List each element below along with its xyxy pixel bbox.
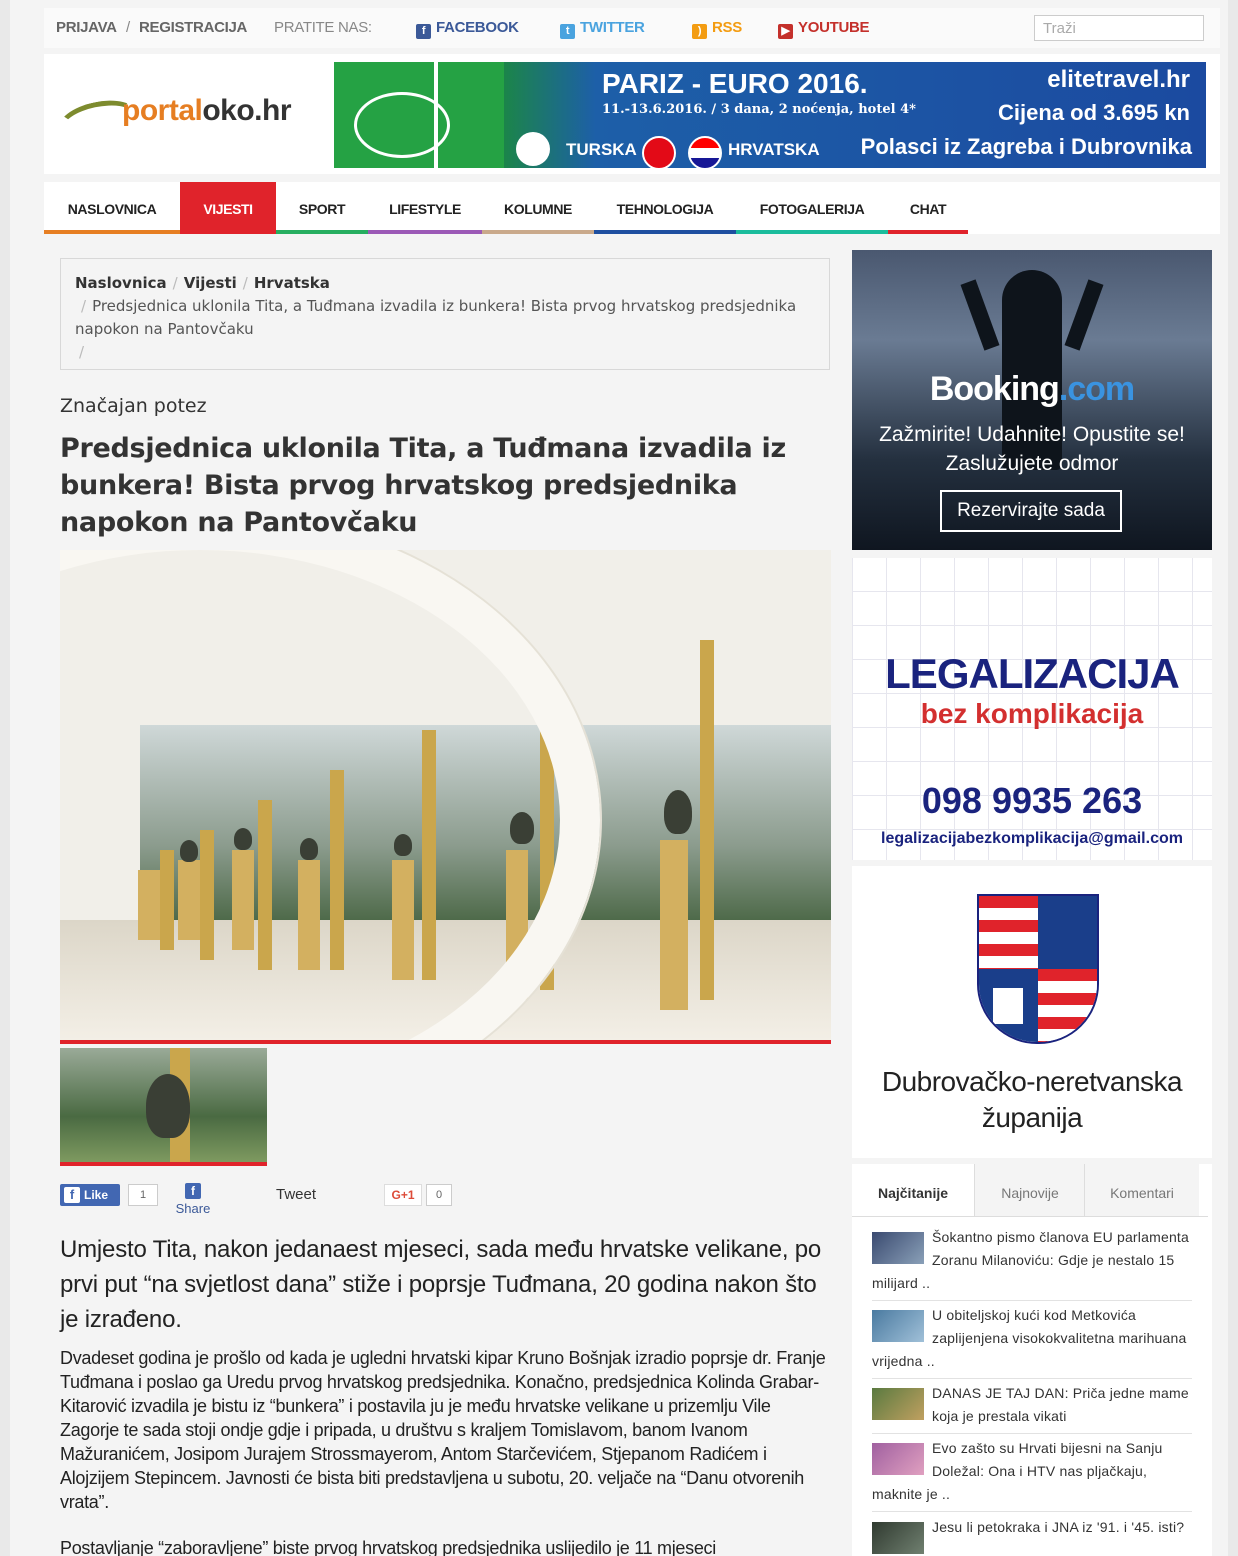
legalizacija-email: legalizacijabezkomplikacija@gmail.com xyxy=(881,830,1183,847)
news-thumbnail xyxy=(872,1310,924,1342)
county-coat-of-arms-icon xyxy=(977,894,1099,1044)
news-thumbnail xyxy=(872,1232,924,1264)
legalizacija-subtitle: bez komplikacija xyxy=(920,698,1144,729)
list-item[interactable]: U obiteljskoj kući kod Metkovića zaplije… xyxy=(872,1304,1192,1379)
tab-najnovije[interactable]: Najnovije xyxy=(974,1164,1085,1216)
site-header: portaloko.hr PARIZ - EURO 2016. 11.-13.6… xyxy=(44,54,1220,174)
facebook-icon: f xyxy=(64,1187,80,1203)
article-lead: Umjesto Tita, nakon jedanaest mjeseci, s… xyxy=(60,1236,822,1333)
tab-komentari[interactable]: Komentari xyxy=(1084,1164,1199,1216)
football-icon xyxy=(516,132,550,166)
nav-fotogalerija[interactable]: FOTOGALERIJA xyxy=(736,182,888,234)
breadcrumb-home[interactable]: Naslovnica xyxy=(75,274,167,292)
list-item[interactable]: Šokantno pismo članova EU parlamenta Zor… xyxy=(872,1226,1192,1301)
gallery-thumbnail[interactable] xyxy=(60,1048,267,1166)
rss-label: RSS xyxy=(712,19,742,36)
nav-lifestyle[interactable]: LIFESTYLE xyxy=(368,182,482,234)
search-input[interactable]: Traži xyxy=(1034,15,1204,41)
list-item[interactable]: DANAS JE TAJ DAN: Priča jedne mame koja … xyxy=(872,1382,1192,1434)
legalizacija-phone: 098 9935 263 xyxy=(921,780,1143,821)
youtube-link[interactable]: ▶ YOUTUBE xyxy=(778,19,870,39)
banner-title: PARIZ - EURO 2016. xyxy=(602,68,868,99)
facebook-like-button[interactable]: f Like xyxy=(60,1184,120,1206)
county-ad[interactable]: Dubrovačko-neretvanska županija xyxy=(852,866,1212,1158)
rss-link[interactable]: ) RSS xyxy=(692,19,742,39)
news-thumbnail xyxy=(872,1388,924,1420)
nav-naslovnica[interactable]: NASLOVNICA xyxy=(44,182,180,234)
article-kicker: Značajan potez xyxy=(60,395,207,417)
booking-text: Zažmirite! Udahnite! Opustite se! Zasluž… xyxy=(879,423,1185,475)
banner-brand: elitetravel.hr xyxy=(1047,66,1190,93)
social-share-bar: f Like 1 f Share Tweet G+1 0 xyxy=(60,1182,480,1222)
site-logo[interactable]: portaloko.hr xyxy=(54,92,318,148)
banner-price: Cijena od 3.695 kn xyxy=(998,100,1190,125)
logo-text: portaloko.hr xyxy=(122,94,292,127)
google-plus-button[interactable]: G+1 xyxy=(384,1184,422,1206)
nav-chat[interactable]: CHAT xyxy=(888,182,968,234)
nav-sport[interactable]: SPORT xyxy=(276,182,368,234)
breadcrumb-section[interactable]: Vijesti xyxy=(184,274,237,292)
article-body: Dvadeset godina je prošlo od kada je ugl… xyxy=(60,1348,826,1512)
list-item[interactable]: Evo zašto su Hrvati bijesni na Sanju Dol… xyxy=(872,1437,1192,1512)
google-plus-count: 0 xyxy=(426,1184,452,1206)
booking-ad[interactable]: Booking.com Zažmirite! Udahnite! Opustit… xyxy=(852,250,1212,550)
banner-subtitle: 11.-13.6.2016. / 3 dana, 2 noćenja, hote… xyxy=(602,102,916,117)
croatia-flag-icon xyxy=(688,136,722,168)
county-name: Dubrovačko-neretvanska županija xyxy=(881,1066,1183,1133)
breadcrumb: Naslovnica / Vijesti / Hrvatska / Predsjednic… xyxy=(60,258,830,370)
turkey-flag-icon xyxy=(642,136,676,168)
login-link[interactable]: PRIJAVA xyxy=(56,19,117,36)
facebook-share-icon: f xyxy=(185,1183,201,1199)
article-body-continued: Postavljanje “zaboravljene” biste prvog … xyxy=(60,1538,716,1556)
list-item[interactable]: Jesu li petokraka i JNA iz '91. i '45. i… xyxy=(872,1516,1192,1554)
tweet-button[interactable]: Tweet xyxy=(276,1186,316,1203)
twitter-label: TWITTER xyxy=(580,19,645,36)
page: PRIJAVA / REGISTRACIJA PRATITE NAS: f FAC… xyxy=(10,0,1228,1556)
booking-logo: Booking.com xyxy=(929,370,1135,408)
book-now-button[interactable]: Rezervirajte sada xyxy=(940,490,1122,532)
facebook-icon: f xyxy=(416,24,431,39)
banner-departures: Polasci iz Zagreba i Dubrovnika xyxy=(860,134,1192,159)
facebook-share-button[interactable]: f Share xyxy=(168,1182,218,1218)
facebook-label: FACEBOOK xyxy=(436,19,519,36)
youtube-icon: ▶ xyxy=(778,24,793,39)
register-link[interactable]: REGISTRACIJA xyxy=(139,19,247,36)
spiral-staircase xyxy=(60,550,600,1040)
news-thumbnail xyxy=(872,1443,924,1475)
main-nav: NASLOVNICA VIJESTI SPORT LIFESTYLE KOLUM… xyxy=(44,182,1220,234)
twitter-icon: t xyxy=(560,24,575,39)
popular-news-widget: Najčitanije Najnovije Komentari Šokantno… xyxy=(852,1164,1212,1556)
nav-kolumne[interactable]: KOLUMNE xyxy=(482,182,594,234)
football-field-graphic xyxy=(334,62,504,168)
facebook-link[interactable]: f FACEBOOK xyxy=(416,19,519,39)
login-separator: / xyxy=(126,19,130,36)
rss-icon: ) xyxy=(692,24,707,39)
breadcrumb-subsection[interactable]: Hrvatska xyxy=(254,274,330,292)
nav-vijesti[interactable]: VIJESTI xyxy=(180,182,276,234)
top-bar: PRIJAVA / REGISTRACIJA PRATITE NAS: f FAC… xyxy=(44,8,1220,48)
news-thumbnail xyxy=(872,1522,924,1554)
nav-tehnologija[interactable]: TEHNOLOGIJA xyxy=(594,182,736,234)
twitter-link[interactable]: t TWITTER xyxy=(560,19,645,39)
tab-najcitanije[interactable]: Najčitanije xyxy=(852,1164,974,1216)
youtube-label: YOUTUBE xyxy=(798,19,870,36)
article-title: Predsjednica uklonila Tita, a Tuđmana iz… xyxy=(60,433,786,538)
like-count: 1 xyxy=(128,1184,158,1206)
euro-2016-banner-ad[interactable]: PARIZ - EURO 2016. 11.-13.6.2016. / 3 da… xyxy=(334,62,1206,168)
follow-label: PRATITE NAS: xyxy=(274,19,372,36)
banner-team-turkey: TURSKA xyxy=(566,140,637,159)
news-tabs: Najčitanije Najnovije Komentari xyxy=(852,1164,1208,1217)
article-main-image[interactable] xyxy=(60,550,831,1044)
breadcrumb-current: Predsjednica uklonila Tita, a Tuđmana iz… xyxy=(75,297,797,338)
legalizacija-title: LEGALIZACIJA xyxy=(885,650,1180,697)
legalizacija-ad[interactable]: LEGALIZACIJA bez komplikacija 098 9935 2… xyxy=(852,558,1212,860)
banner-team-croatia: HRVATSKA xyxy=(728,140,820,159)
